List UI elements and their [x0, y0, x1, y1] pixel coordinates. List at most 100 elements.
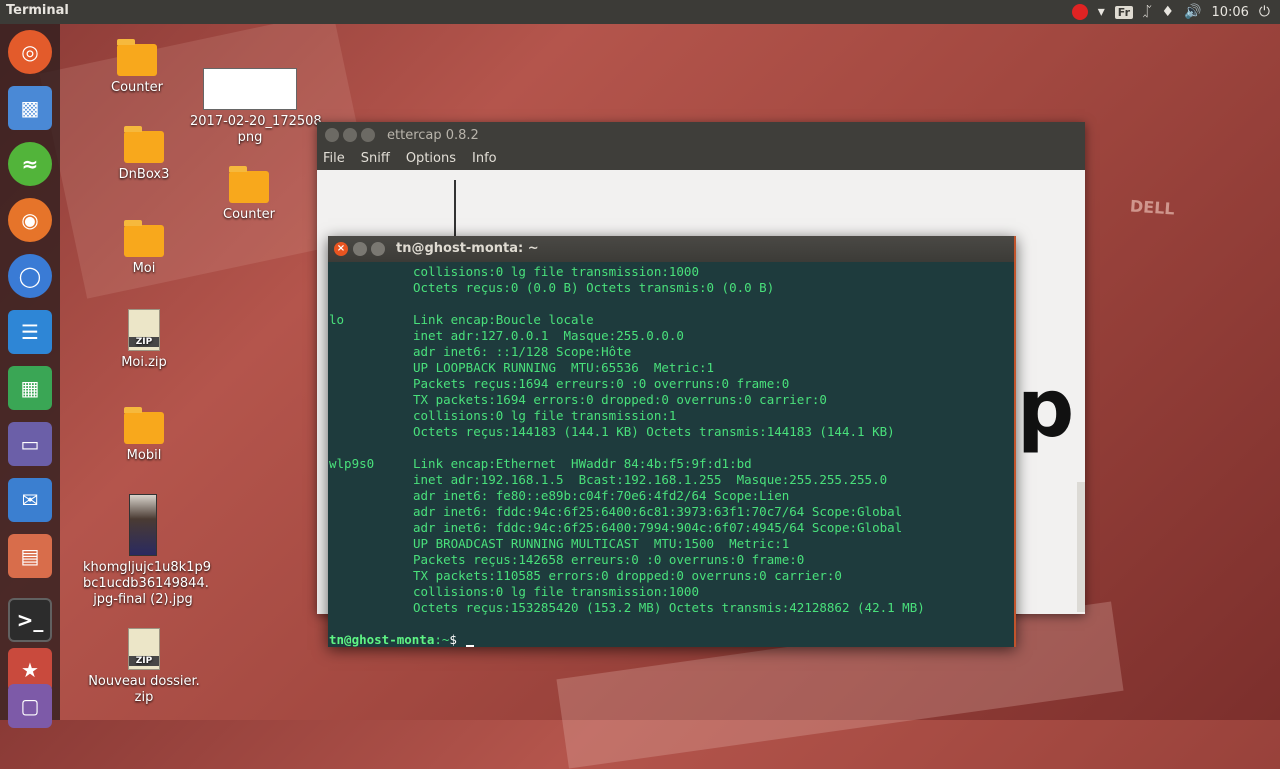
- desktop-zip-file[interactable]: ZIP Nouveau dossier. zip: [84, 628, 204, 706]
- terminal-line: TX packets:110585 errors:0 dropped:0 ove…: [328, 568, 1014, 584]
- zip-file-icon: ZIP: [128, 628, 160, 670]
- terminal-minimize-button[interactable]: [353, 242, 367, 256]
- desktop-folder[interactable]: Moi: [84, 220, 204, 276]
- software-center-icon[interactable]: ▩: [8, 86, 52, 130]
- terminal-line: adr inet6: fddc:94c:6f25:6400:6c81:3973:…: [328, 504, 1014, 520]
- pidgin-icon[interactable]: ✉: [8, 478, 52, 522]
- files-icon[interactable]: ▭: [8, 422, 52, 466]
- interface-detail: Octets reçus:153285420 (153.2 MB) Octets…: [413, 600, 925, 615]
- interface-detail: inet adr:192.168.1.5 Bcast:192.168.1.255…: [413, 472, 888, 487]
- terminal-titlebar[interactable]: × tn@ghost-monta: ~: [328, 236, 1014, 262]
- terminal-line: adr inet6: fddc:94c:6f25:6400:7994:904c:…: [328, 520, 1014, 536]
- top-panel: Terminal ▾ Fr ᛢ ♦ 🔊 10:06 ⏻: [0, 0, 1280, 24]
- terminal-output[interactable]: collisions:0 lg file transmission:1000 Oc…: [328, 262, 1014, 647]
- terminal-line: inet adr:127.0.0.1 Masque:255.0.0.0: [328, 328, 1014, 344]
- chromium-icon[interactable]: ◯: [8, 254, 52, 298]
- bluetooth-icon[interactable]: ᛢ: [1143, 4, 1151, 20]
- ettercap-titlebar[interactable]: ettercap 0.8.2 File Sniff Options Info: [317, 122, 1085, 170]
- interface-detail: TX packets:110585 errors:0 dropped:0 ove…: [413, 568, 842, 583]
- desktop-icon-label: Counter: [223, 207, 275, 222]
- terminal-line: collisions:0 lg file transmission:1000: [328, 264, 1014, 280]
- ettercap-close-button[interactable]: [325, 128, 339, 142]
- terminal-line: UP BROADCAST RUNNING MULTICAST MTU:1500 …: [328, 536, 1014, 552]
- app-stack-icon[interactable]: ▤: [8, 534, 52, 578]
- interface-detail: Packets reçus:1694 erreurs:0 :0 overruns…: [413, 376, 790, 391]
- ettercap-maximize-button[interactable]: [361, 128, 375, 142]
- photo-thumbnail-icon: [129, 494, 157, 556]
- desktop-zip-file[interactable]: ZIP Moi.zip: [84, 309, 204, 370]
- terminal-prompt[interactable]: tn@ghost-monta:~$: [329, 632, 475, 647]
- text-cursor: [466, 645, 475, 647]
- terminal-line: TX packets:1694 errors:0 dropped:0 overr…: [328, 392, 1014, 408]
- desktop-folder[interactable]: Counter: [77, 39, 197, 95]
- spotify-icon[interactable]: ≈: [8, 142, 52, 186]
- volume-icon[interactable]: 🔊: [1184, 4, 1201, 20]
- terminal-title: tn@ghost-monta: ~: [396, 241, 539, 256]
- ettercap-scrollbar[interactable]: [1077, 482, 1085, 612]
- menu-info[interactable]: Info: [472, 151, 497, 166]
- interface-detail: UP BROADCAST RUNNING MULTICAST MTU:1500 …: [413, 536, 790, 551]
- wifi-icon[interactable]: ▾: [1098, 4, 1105, 20]
- interface-detail: collisions:0 lg file transmission:1000: [413, 264, 699, 279]
- firefox-icon[interactable]: ◉: [8, 198, 52, 242]
- interface-detail: inet adr:127.0.0.1 Masque:255.0.0.0: [413, 328, 684, 343]
- menu-file[interactable]: File: [323, 151, 345, 166]
- notification-icon[interactable]: ♦: [1161, 4, 1174, 20]
- calc-icon[interactable]: ▦: [8, 366, 52, 410]
- image-thumbnail-icon: [203, 68, 297, 110]
- interface-detail: collisions:0 lg file transmission:1: [413, 408, 677, 423]
- desktop-icon-label: DnBox3: [118, 167, 170, 182]
- interface-detail: adr inet6: fe80::e89b:c04f:70e6:4fd2/64 …: [413, 488, 790, 503]
- terminal-line: lo Link encap:Boucle locale: [328, 312, 1014, 328]
- desktop-icon-label: khomgljujc1u8k1p9 bc1ucdb36149844. jpg-f…: [83, 560, 211, 607]
- terminal-line: inet adr:192.168.1.5 Bcast:192.168.1.255…: [328, 472, 1014, 488]
- desktop-image-file[interactable]: 2017-02-20_172508. png: [190, 68, 326, 146]
- interface-detail: adr inet6: ::1/128 Scope:Hôte: [413, 344, 632, 359]
- interface-detail: adr inet6: fddc:94c:6f25:6400:6c81:3973:…: [413, 504, 903, 519]
- power-icon[interactable]: ⏻: [1259, 4, 1270, 20]
- terminal-line: Octets reçus:144183 (144.1 KB) Octets tr…: [328, 424, 1014, 440]
- desktop-icon-label: 2017-02-20_172508. png: [190, 114, 326, 145]
- terminal-line: UP LOOPBACK RUNNING MTU:65536 Metric:1: [328, 360, 1014, 376]
- folder-icon: [229, 166, 269, 203]
- interface-name: lo: [329, 312, 345, 327]
- ettercap-minimize-button[interactable]: [343, 128, 357, 142]
- terminal-window: × tn@ghost-monta: ~ collisions:0 lg file…: [328, 236, 1016, 647]
- desktop-folder[interactable]: DnBox3: [84, 126, 204, 182]
- terminal-line: Octets reçus:0 (0.0 B) Octets transmis:0…: [328, 280, 1014, 296]
- terminal-line: Packets reçus:142658 erreurs:0 :0 overru…: [328, 552, 1014, 568]
- menu-options[interactable]: Options: [406, 151, 456, 166]
- keyboard-layout-indicator[interactable]: Fr: [1114, 5, 1134, 19]
- interface-detail: Octets reçus:144183 (144.1 KB) Octets tr…: [413, 424, 895, 439]
- interface-detail: collisions:0 lg file transmission:1000: [413, 584, 699, 599]
- interface-detail: Octets reçus:0 (0.0 B) Octets transmis:0…: [413, 280, 775, 295]
- terminal-close-button[interactable]: ×: [334, 242, 348, 256]
- terminal-maximize-button[interactable]: [371, 242, 385, 256]
- terminal-line: collisions:0 lg file transmission:1000: [328, 584, 1014, 600]
- ubuntu-dash-icon[interactable]: ◎: [8, 30, 52, 74]
- desktop-folder[interactable]: Mobil: [84, 407, 204, 463]
- ettercap-menubar: File Sniff Options Info: [323, 151, 497, 166]
- terminal-line: wlp9s0 Link encap:Ethernet HWaddr 84:4b:f…: [328, 456, 1014, 472]
- terminal-line: adr inet6: ::1/128 Scope:Hôte: [328, 344, 1014, 360]
- menu-sniff[interactable]: Sniff: [361, 151, 390, 166]
- writer-icon[interactable]: ☰: [8, 310, 52, 354]
- app-bottom-icon[interactable]: ▢: [8, 684, 52, 728]
- desktop-folder[interactable]: Counter: [189, 166, 309, 222]
- interface-detail: UP LOOPBACK RUNNING MTU:65536 Metric:1: [413, 360, 715, 375]
- ettercap-logo: p: [1017, 362, 1075, 455]
- record-indicator-icon[interactable]: [1071, 4, 1088, 20]
- desktop-icon-label: Counter: [111, 80, 163, 95]
- terminal-line: Packets reçus:1694 erreurs:0 :0 overruns…: [328, 376, 1014, 392]
- desktop-icon-label: Moi.zip: [121, 355, 167, 370]
- folder-icon: [117, 39, 157, 76]
- clock[interactable]: 10:06: [1211, 5, 1248, 20]
- desktop-icon-label: Mobil: [126, 448, 162, 463]
- interface-name: wlp9s0: [329, 456, 375, 471]
- terminal-icon[interactable]: >_: [8, 598, 52, 642]
- zip-file-icon: ZIP: [128, 309, 160, 351]
- desktop-photo-file[interactable]: khomgljujc1u8k1p9 bc1ucdb36149844. jpg-f…: [83, 494, 211, 608]
- interface-detail: adr inet6: fddc:94c:6f25:6400:7994:904c:…: [413, 520, 903, 535]
- terminal-line: collisions:0 lg file transmission:1: [328, 408, 1014, 424]
